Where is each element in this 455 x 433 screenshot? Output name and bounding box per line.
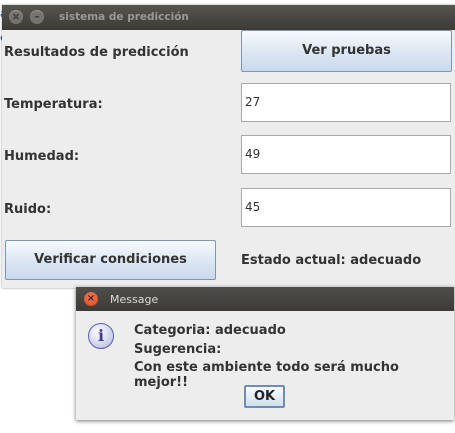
- humidity-input[interactable]: 49: [241, 135, 451, 174]
- results-label: Resultados de predicción: [4, 45, 189, 60]
- noise-input[interactable]: 45: [241, 188, 451, 227]
- ok-button[interactable]: OK: [244, 385, 285, 408]
- window-close-button[interactable]: ×: [9, 10, 23, 24]
- dialog-title: Message: [110, 293, 159, 306]
- minimize-icon: –: [34, 10, 40, 23]
- close-icon: ×: [86, 293, 96, 304]
- dialog-titlebar[interactable]: × Message: [76, 287, 454, 311]
- info-icon: i: [88, 323, 114, 349]
- close-icon: ×: [11, 10, 21, 23]
- dialog-close-button[interactable]: ×: [84, 292, 98, 306]
- main-window: × – sistema de predicción Resultados de …: [2, 5, 455, 288]
- main-titlebar[interactable]: × – sistema de predicción: [2, 5, 455, 30]
- view-tests-button[interactable]: Ver pruebas: [241, 30, 452, 72]
- window-minimize-button[interactable]: –: [30, 10, 44, 24]
- status-text: Estado actual: adecuado: [241, 253, 422, 268]
- verify-conditions-button[interactable]: Verificar condiciones: [5, 240, 216, 280]
- message-suggestion-text: Con este ambiente todo será mucho mejor!…: [134, 360, 399, 390]
- temperature-input[interactable]: 27: [241, 83, 451, 122]
- temperature-label: Temperatura:: [4, 97, 103, 112]
- window-title: sistema de predicción: [59, 11, 189, 23]
- message-category: Categoria: adecuado: [134, 323, 286, 338]
- message-suggestion-label: Sugerencia:: [134, 342, 222, 357]
- humidity-label: Humedad:: [4, 149, 80, 164]
- message-dialog: × Message i Categoria: adecuado Sugerenc…: [76, 287, 454, 420]
- noise-label: Ruido:: [4, 202, 52, 217]
